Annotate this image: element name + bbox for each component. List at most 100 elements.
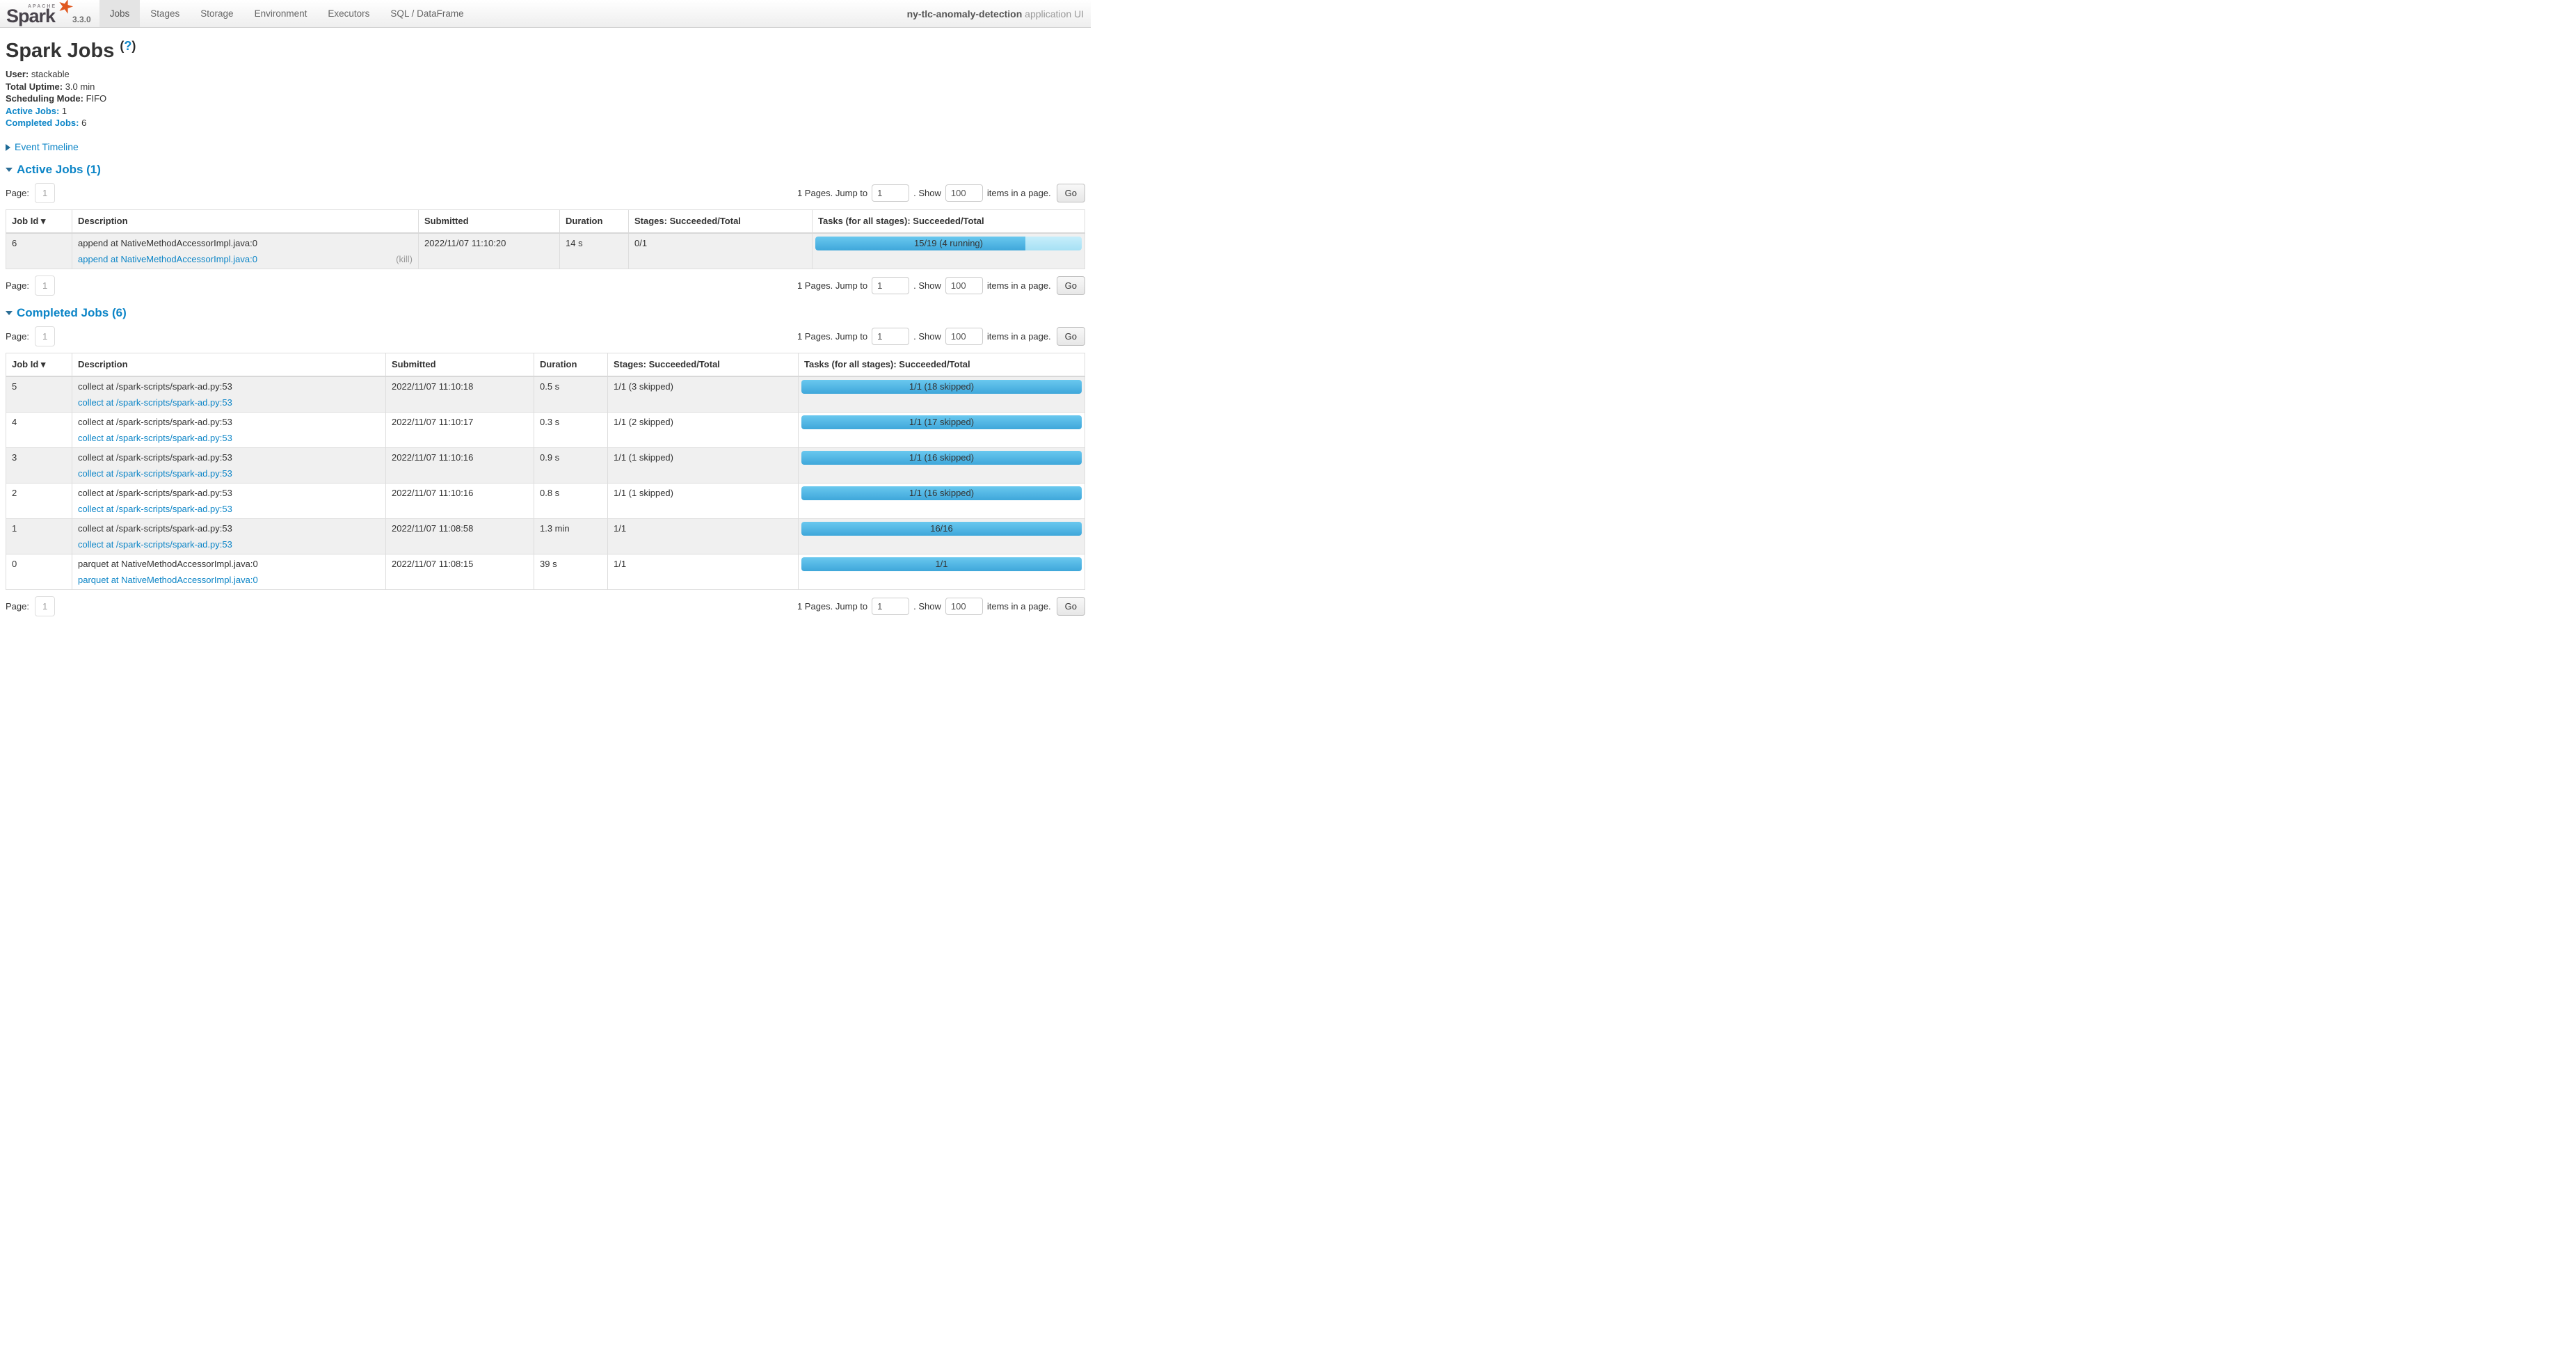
job-detail-link[interactable]: append at NativeMethodAccessorImpl.java:… [78,254,257,264]
kill-job-link[interactable]: (kill) [396,254,413,264]
go-button[interactable]: Go [1057,276,1085,295]
go-button[interactable]: Go [1057,184,1085,202]
tab-executors[interactable]: Executors [317,0,380,27]
column-header-tasks[interactable]: Tasks (for all stages): Succeeded/Total [813,209,1085,233]
table-row-active-job-6: 6 append at NativeMethodAccessorImpl.jav… [6,233,1085,269]
column-header-duration[interactable]: Duration [560,209,629,233]
go-button[interactable]: Go [1057,327,1085,346]
summary-scheduling-label: Scheduling Mode: [6,93,83,104]
tab-environment[interactable]: Environment [244,0,318,27]
column-header-description[interactable]: Description [72,209,419,233]
summary-scheduling-mode: Scheduling Mode: FIFO [6,93,1085,105]
job-detail-link[interactable]: collect at /spark-scripts/spark-ad.py:53 [78,433,232,443]
cell-tasks-progress: 1/1 (16 skipped) [799,483,1085,518]
nav-tabs: Jobs Stages Storage Environment Executor… [99,0,474,27]
column-header-job-id[interactable]: Job Id ▾ [6,209,72,233]
pagination-row: Page: 1 1 Pages. Jump to . Show items in… [6,596,1085,616]
expanded-arrow-icon [6,311,13,315]
items-per-page-input[interactable] [945,328,983,345]
cell-stages: 1/1 (1 skipped) [608,483,799,518]
cell-stages: 1/1 [608,518,799,554]
table-row-job-1: 1 collect at /spark-scripts/spark-ad.py:… [6,518,1085,554]
application-name: ny-tlc-anomaly-detection [907,8,1023,19]
completed-jobs-header-row: Job Id ▾ Description Submitted Duration … [6,353,1085,376]
cell-tasks-progress: 1/1 (18 skipped) [799,376,1085,413]
cell-duration: 14 s [560,233,629,269]
table-row-job-0: 0 parquet at NativeMethodAccessorImpl.ja… [6,554,1085,589]
column-header-submitted[interactable]: Submitted [419,209,560,233]
items-per-page-input[interactable] [945,277,983,294]
cell-duration: 0.9 s [534,447,608,483]
active-jobs-header-row: Job Id ▾ Description Submitted Duration … [6,209,1085,233]
summary-user-value: stackable [29,69,70,79]
tab-sql-dataframe[interactable]: SQL / DataFrame [380,0,474,27]
tab-stages[interactable]: Stages [140,0,190,27]
summary-completed-jobs: Completed Jobs: 6 [6,117,1085,129]
cell-duration: 0.8 s [534,483,608,518]
column-header-submitted[interactable]: Submitted [386,353,534,376]
tasks-progress-bar: 1/1 [801,557,1082,571]
column-header-tasks[interactable]: Tasks (for all stages): Succeeded/Total [799,353,1085,376]
active-jobs-section-header[interactable]: Active Jobs (1) [6,163,1085,177]
job-detail-link[interactable]: collect at /spark-scripts/spark-ad.py:53 [78,539,232,550]
tab-jobs[interactable]: Jobs [99,0,141,27]
help-marker[interactable]: (?) [120,39,136,53]
summary-active-jobs-link[interactable]: Active Jobs: [6,106,59,116]
tab-storage[interactable]: Storage [190,0,243,27]
table-row-job-4: 4 collect at /spark-scripts/spark-ad.py:… [6,412,1085,447]
column-header-stages[interactable]: Stages: Succeeded/Total [608,353,799,376]
cell-duration: 1.3 min [534,518,608,554]
cell-submitted: 2022/11/07 11:08:15 [386,554,534,589]
page-label: Page: [6,280,29,291]
cell-description: collect at /spark-scripts/spark-ad.py:53… [72,412,386,447]
active-jobs-section-title: Active Jobs (1) [17,163,101,176]
job-detail-link[interactable]: collect at /spark-scripts/spark-ad.py:53 [78,397,232,408]
completed-jobs-section-header[interactable]: Completed Jobs (6) [6,306,1085,320]
tasks-progress-bar: 15/19 (4 running) [815,237,1082,250]
jump-to-page-input[interactable] [872,277,909,294]
job-detail-link[interactable]: parquet at NativeMethodAccessorImpl.java… [78,575,258,585]
page-number-button[interactable]: 1 [35,276,55,296]
collapsed-arrow-icon [6,144,10,151]
column-header-duration[interactable]: Duration [534,353,608,376]
jump-to-page-input[interactable] [872,184,909,202]
column-header-stages[interactable]: Stages: Succeeded/Total [629,209,813,233]
application-title: ny-tlc-anomaly-detection application UI [907,0,1091,27]
summary-scheduling-value: FIFO [83,93,106,104]
jump-to-page-input[interactable] [872,598,909,615]
pagination-left: Page: 1 [6,276,55,296]
summary-completed-jobs-value: 6 [79,118,86,128]
job-detail-link[interactable]: collect at /spark-scripts/spark-ad.py:53 [78,504,232,514]
event-timeline-toggle[interactable]: Event Timeline [6,141,1085,152]
jump-to-page-input[interactable] [872,328,909,345]
cell-tasks-progress: 1/1 [799,554,1085,589]
job-description-text: collect at /spark-scripts/spark-ad.py:53 [78,381,380,392]
completed-jobs-table: Job Id ▾ Description Submitted Duration … [6,353,1085,590]
cell-description: collect at /spark-scripts/spark-ad.py:53… [72,483,386,518]
summary-user-label: User: [6,69,29,79]
job-description-text: parquet at NativeMethodAccessorImpl.java… [78,559,380,569]
items-in-page-label: items in a page. [987,601,1051,612]
tasks-progress-bar: 1/1 (18 skipped) [801,380,1082,394]
column-header-job-id[interactable]: Job Id ▾ [6,353,72,376]
cell-submitted: 2022/11/07 11:10:16 [386,483,534,518]
page-label: Page: [6,601,29,612]
page-number-button[interactable]: 1 [35,183,55,203]
pagination-right: 1 Pages. Jump to . Show items in a page.… [797,276,1085,295]
job-description-text: collect at /spark-scripts/spark-ad.py:53 [78,488,380,498]
column-header-description[interactable]: Description [72,353,386,376]
spark-logo-wordmark: Spark [6,6,55,27]
pagination-row: Page: 1 1 Pages. Jump to . Show items in… [6,326,1085,346]
pagination-row: Page: 1 1 Pages. Jump to . Show items in… [6,183,1085,203]
summary-completed-jobs-link[interactable]: Completed Jobs: [6,118,79,128]
items-in-page-label: items in a page. [987,188,1051,198]
page-number-button[interactable]: 1 [35,596,55,616]
go-button[interactable]: Go [1057,597,1085,616]
job-detail-link[interactable]: collect at /spark-scripts/spark-ad.py:53 [78,468,232,479]
items-per-page-input[interactable] [945,598,983,615]
items-per-page-input[interactable] [945,184,983,202]
page-number-button[interactable]: 1 [35,326,55,346]
pagination-left: Page: 1 [6,596,55,616]
cell-stages: 0/1 [629,233,813,269]
summary-active-jobs-value: 1 [59,106,67,116]
